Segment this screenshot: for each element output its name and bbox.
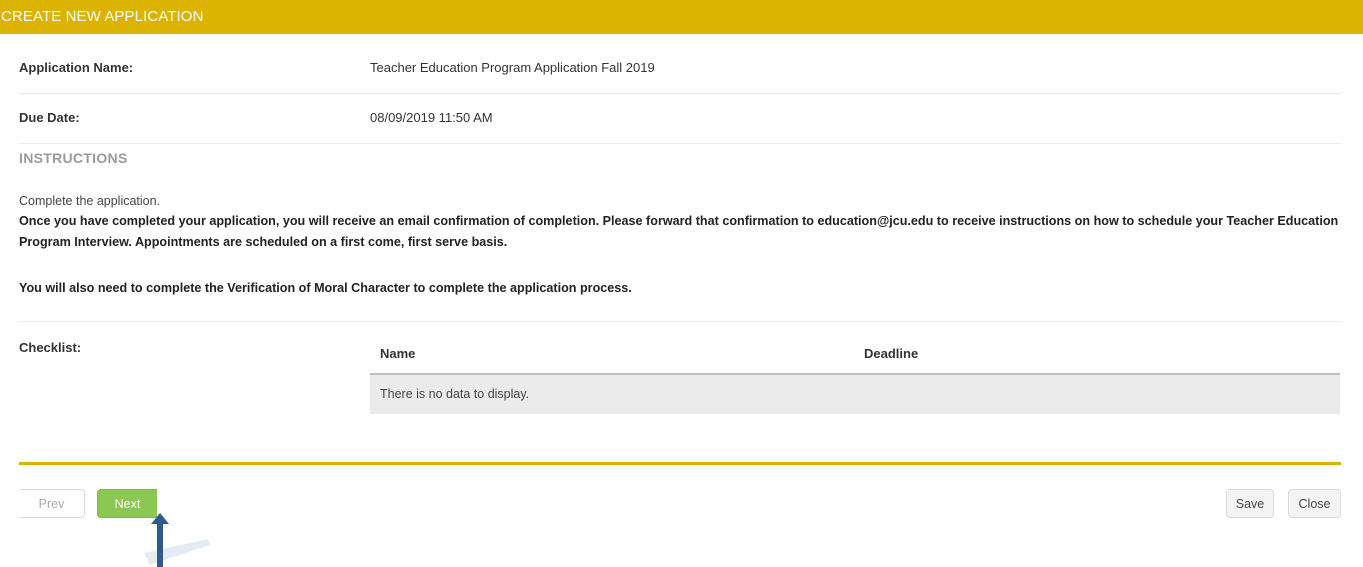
instructions-text-confirmation: Once you have completed your application… xyxy=(19,214,1339,249)
checklist-empty-message: There is no data to display. xyxy=(370,375,1340,414)
dialog-title-bar: CREATE NEW APPLICATION xyxy=(0,0,1363,34)
due-date-row: Due Date: 08/09/2019 11:50 AM xyxy=(19,93,1341,144)
save-button[interactable]: Save xyxy=(1226,489,1274,518)
column-header-deadline[interactable]: Deadline xyxy=(864,346,918,361)
checklist-table: Name Deadline There is no data to displa… xyxy=(370,336,1340,414)
column-header-name[interactable]: Name xyxy=(380,346,415,361)
prev-button-label: Prev xyxy=(38,497,65,511)
next-button-label: Next xyxy=(114,497,141,511)
up-arrow-pointer-icon xyxy=(144,513,210,567)
instructions-text-plain: Complete the application. xyxy=(19,194,161,208)
checklist-table-header: Name Deadline xyxy=(370,336,1340,375)
due-date-label: Due Date: xyxy=(19,110,80,125)
divider xyxy=(19,321,1341,322)
application-name-label: Application Name: xyxy=(19,60,134,75)
save-button-label: Save xyxy=(1235,497,1265,511)
instructions-heading: INSTRUCTIONS xyxy=(19,150,128,166)
footer-divider xyxy=(19,462,1341,465)
close-button[interactable]: Close xyxy=(1288,489,1341,518)
close-button-label: Close xyxy=(1298,497,1331,511)
prev-button[interactable]: Prev xyxy=(19,489,85,518)
application-name-value: Teacher Education Program Application Fa… xyxy=(370,60,655,75)
checklist-label: Checklist: xyxy=(19,340,82,355)
due-date-value: 08/09/2019 11:50 AM xyxy=(370,110,493,125)
application-name-row: Application Name: Teacher Education Prog… xyxy=(19,43,1341,94)
dialog-title: CREATE NEW APPLICATION xyxy=(1,8,204,25)
instructions-text-moral-character: You will also need to complete the Verif… xyxy=(19,281,632,295)
